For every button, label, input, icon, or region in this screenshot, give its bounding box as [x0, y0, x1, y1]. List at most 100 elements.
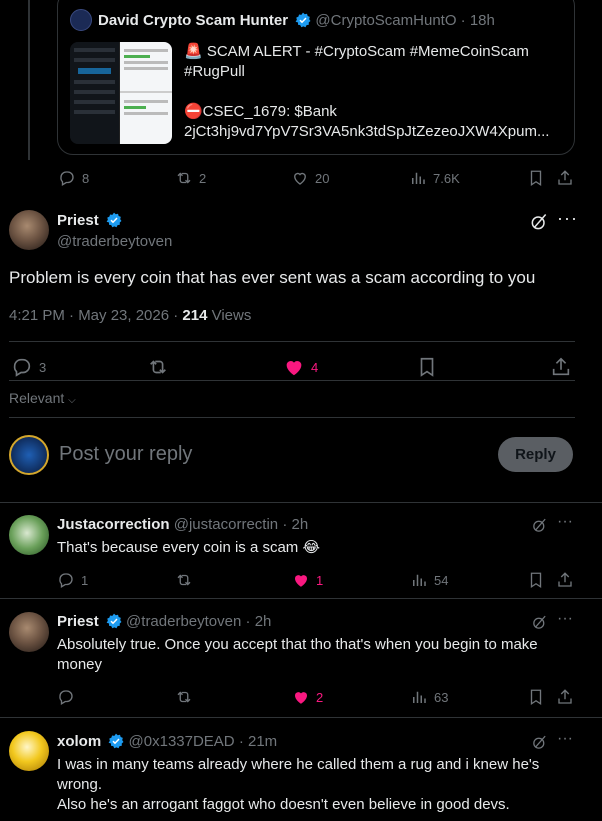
avatar[interactable]	[9, 210, 49, 250]
repost-icon[interactable]	[147, 356, 169, 378]
reply-count: 1	[81, 572, 89, 588]
reply-action[interactable]: 8	[58, 169, 89, 187]
sort-dropdown[interactable]: Relevant ⌵	[9, 390, 76, 406]
share-icon[interactable]	[556, 169, 574, 187]
quoted-header: David Crypto Scam Hunter @CryptoScamHunt…	[98, 12, 495, 29]
reply-time[interactable]: 21m	[248, 733, 277, 750]
like-action[interactable]: 1	[292, 571, 323, 589]
main-like-action[interactable]: 4	[283, 356, 318, 378]
reply-text: That's because every coin is a scam 😂	[57, 539, 320, 556]
reply-display-name[interactable]: Priest	[57, 613, 99, 630]
grok-icon[interactable]	[531, 614, 548, 631]
chevron-down-icon: ⌵	[68, 395, 76, 406]
like-count: 2	[316, 689, 324, 705]
heart-filled-icon	[286, 361, 302, 376]
heart-filled-icon	[295, 575, 307, 587]
reply-icon[interactable]	[57, 688, 75, 706]
repost-action[interactable]: 2	[175, 169, 206, 187]
quoted-media-thumbnail[interactable]	[70, 42, 172, 144]
reply-icon	[13, 358, 31, 377]
reply-text-line-1: I was in many teams already where he cal…	[57, 756, 540, 793]
views-action[interactable]: 7.6K	[409, 169, 460, 187]
more-options-icon[interactable]: ···	[557, 730, 573, 748]
post-views-count: 214	[182, 307, 208, 324]
quoted-text-line-3: ⛔CSEC_1679: $Bank	[184, 103, 337, 120]
views-icon	[413, 691, 426, 703]
like-action[interactable]: 20	[291, 169, 329, 187]
composer-avatar	[9, 435, 49, 475]
reply-count: 8	[82, 170, 90, 186]
more-options-icon[interactable]: ···	[557, 610, 573, 628]
views-count: 54	[434, 572, 449, 588]
reply-display-name[interactable]: Justacorrection	[57, 516, 170, 533]
reply-button[interactable]: Reply	[498, 437, 573, 472]
reply-avatar[interactable]	[9, 515, 49, 555]
quoted-avatar	[70, 9, 92, 31]
thread-line	[28, 0, 30, 160]
reply-action[interactable]: 1	[57, 571, 88, 589]
bookmark-icon[interactable]	[416, 356, 438, 378]
like-count: 1	[316, 572, 324, 588]
views-action[interactable]: 54	[410, 571, 448, 589]
main-like-count: 4	[311, 359, 319, 375]
main-reply-count: 3	[39, 359, 47, 375]
main-author[interactable]: Priest	[57, 212, 122, 229]
bookmark-icon[interactable]	[527, 169, 545, 187]
heart-icon	[294, 172, 306, 185]
more-options-icon[interactable]: ···	[557, 208, 578, 229]
quoted-text-line-2: #RugPull	[184, 63, 245, 80]
like-count: 20	[315, 170, 330, 186]
reply-text: Absolutely true. Once you accept that th…	[57, 636, 538, 673]
reply-header: Priest @traderbeytoven · 2h	[57, 613, 272, 630]
reply-header: xolom @0x1337DEAD · 21m	[57, 733, 278, 750]
views-count: 7.6K	[433, 170, 460, 186]
repost-icon[interactable]	[175, 688, 193, 706]
verified-badge-icon	[108, 733, 124, 749]
reply-input[interactable]: Post your reply	[59, 443, 192, 466]
main-handle[interactable]: @traderbeytoven	[57, 233, 172, 250]
quoted-text-line-1: 🚨 SCAM ALERT - #CryptoScam #MemeCoinScam	[184, 43, 529, 60]
bookmark-icon[interactable]	[527, 688, 545, 706]
post-meta: 4:21 PM · May 23, 2026 · 214 Views	[9, 307, 251, 324]
post-timestamp[interactable]: 4:21 PM · May 23, 2026 ·	[9, 307, 182, 324]
reply-display-name[interactable]: xolom	[57, 733, 101, 750]
share-icon[interactable]	[550, 356, 572, 378]
repost-count: 2	[199, 170, 207, 186]
views-icon	[413, 574, 426, 586]
main-display-name: Priest	[57, 212, 99, 229]
repost-icon	[177, 172, 191, 184]
quoted-time: 18h	[469, 12, 495, 29]
reply-handle[interactable]: @traderbeytoven	[126, 613, 241, 630]
verified-badge-icon	[106, 212, 122, 228]
more-options-icon[interactable]: ···	[557, 513, 573, 531]
main-post-text: Problem is every coin that has ever sent…	[9, 268, 536, 287]
grok-icon[interactable]	[531, 734, 548, 751]
grok-icon[interactable]	[531, 517, 548, 534]
main-reply-action[interactable]: 3	[11, 356, 46, 378]
views-action[interactable]: 63	[410, 688, 448, 706]
grok-icon[interactable]	[529, 212, 549, 232]
reply-time[interactable]: 2h	[255, 613, 272, 630]
reply-handle[interactable]: @justacorrectin	[174, 516, 278, 533]
repost-icon[interactable]	[175, 571, 193, 589]
reply-handle[interactable]: @0x1337DEAD	[129, 733, 235, 750]
reply-avatar[interactable]	[9, 731, 49, 771]
reply-time[interactable]: 2h	[292, 516, 309, 533]
post-views-label: Views	[207, 307, 252, 324]
quoted-text-line-4: 2jCt3hj9vd7YpV7Sr3VA5nk3tdSpJtZezeoJXW4X…	[184, 123, 550, 140]
views-count: 63	[434, 689, 449, 705]
verified-badge-icon	[106, 613, 122, 629]
quoted-display-name: David Crypto Scam Hunter	[98, 12, 289, 29]
heart-filled-icon	[295, 692, 307, 704]
reply-text: I was in many teams already where he cal…	[57, 755, 567, 815]
bookmark-icon[interactable]	[527, 571, 545, 589]
reply-header: Justacorrection @justacorrectin · 2h	[57, 516, 309, 533]
verified-badge-icon	[295, 12, 311, 28]
share-icon[interactable]	[556, 688, 574, 706]
sort-label: Relevant	[9, 390, 65, 406]
reply-avatar[interactable]	[9, 612, 49, 652]
reply-text-line-2: Also he's an arrogant faggot who doesn't…	[57, 796, 510, 813]
share-icon[interactable]	[556, 571, 574, 589]
like-action[interactable]: 2	[292, 688, 323, 706]
quoted-handle: @CryptoScamHuntO	[315, 12, 457, 29]
